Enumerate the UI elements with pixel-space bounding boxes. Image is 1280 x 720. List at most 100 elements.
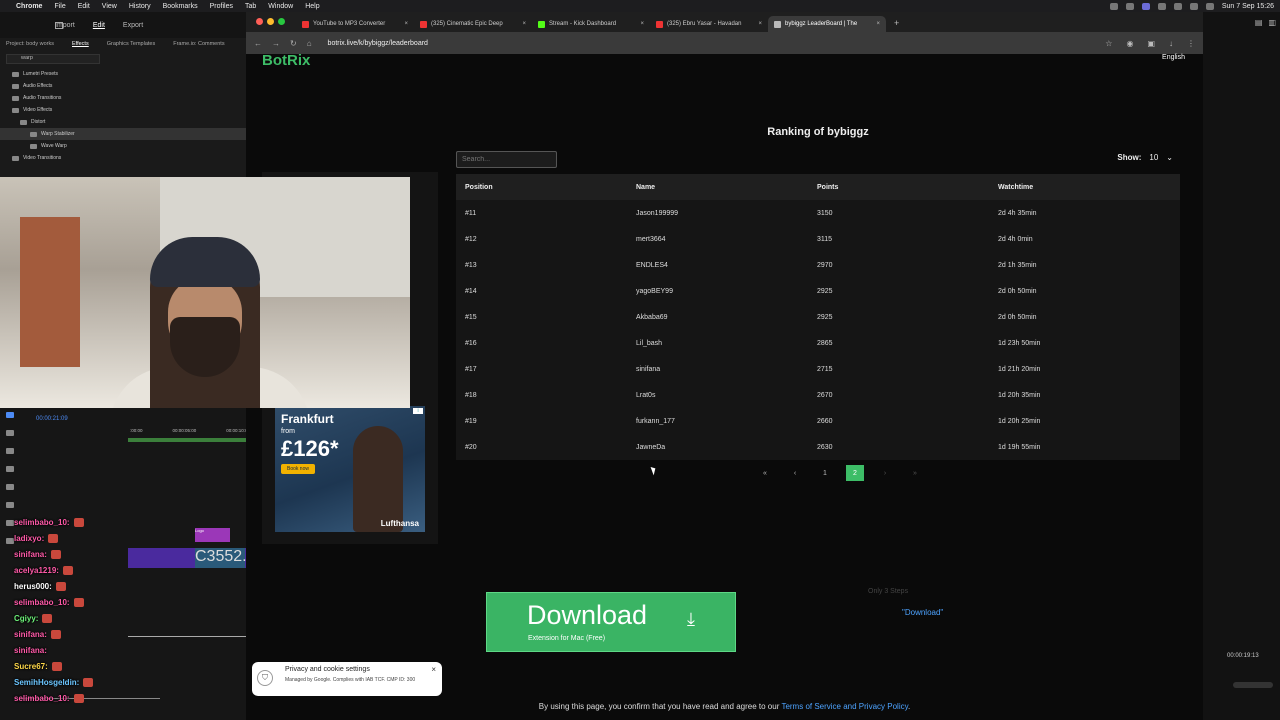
extension-icon[interactable]: ◉ (1126, 39, 1133, 48)
menu-help[interactable]: Help (305, 3, 319, 10)
browser-tab[interactable]: (325) Cinematic Epic Deep × (414, 16, 532, 32)
menu-bookmarks[interactable]: Bookmarks (163, 3, 198, 10)
download-button[interactable]: Download ⤓ Extension for Mac (Free) (486, 592, 736, 652)
column-header[interactable]: Points (817, 184, 998, 191)
page-1-button[interactable]: 1 (816, 465, 834, 481)
menu-view[interactable]: View (102, 3, 117, 10)
tab-project[interactable]: Project: body works (6, 41, 54, 47)
ripple-edit-icon[interactable] (6, 448, 14, 454)
search-icon[interactable] (1189, 2, 1198, 10)
menu-profiles[interactable]: Profiles (210, 3, 233, 10)
status-icon[interactable] (1141, 2, 1150, 10)
search-input[interactable] (456, 151, 557, 168)
program-timecode[interactable]: 00:00:19:13 (1227, 653, 1259, 659)
work-area-bar[interactable] (128, 438, 246, 442)
timeline-clip[interactable]: C3552.MP4 (195, 548, 280, 568)
minimize-window-icon[interactable] (267, 18, 274, 25)
menu-edit[interactable]: Edit (78, 3, 90, 10)
tree-item[interactable]: Warp Stabilizer (0, 128, 246, 140)
zoom-window-icon[interactable] (278, 18, 285, 25)
chevron-down-icon: ⌄ (1166, 153, 1173, 162)
razor-icon[interactable] (6, 466, 14, 472)
close-tab-icon[interactable]: × (522, 21, 526, 27)
control-center-icon[interactable] (1205, 2, 1214, 10)
address-bar[interactable]: botrix.live/k/bybiggz/leaderboard (322, 35, 1096, 51)
back-icon[interactable]: ← (254, 39, 262, 48)
tab-effects[interactable]: Effects (72, 41, 89, 47)
tab-export[interactable]: Export (123, 22, 143, 29)
tab-graphics-templates[interactable]: Graphics Templates (107, 41, 156, 47)
menu-history[interactable]: History (129, 3, 151, 10)
menu-file[interactable]: File (54, 3, 65, 10)
menu-window[interactable]: Window (268, 3, 293, 10)
last-page-button[interactable]: » (906, 465, 924, 481)
next-page-button[interactable]: › (876, 465, 894, 481)
tree-item[interactable]: Distort (0, 116, 246, 128)
column-header[interactable]: Position (456, 184, 636, 191)
adchoices-icon[interactable]: i (413, 408, 423, 414)
extensions-puzzle-icon[interactable]: ▣ (1147, 39, 1155, 48)
browser-tab[interactable]: (325) Ebru Yasar - Havadan × (650, 16, 768, 32)
column-header[interactable]: Watchtime (998, 184, 1180, 191)
menu-app[interactable]: Chrome (16, 3, 42, 10)
page-size-select[interactable]: Show: 10 ⌄ (1117, 153, 1173, 162)
new-tab-icon[interactable]: + (886, 18, 899, 32)
column-header[interactable]: Name (636, 184, 817, 191)
bookmark-star-icon[interactable]: ☆ (1105, 39, 1112, 48)
browser-tab-active[interactable]: bybiggz LeaderBoard | The × (768, 16, 886, 32)
browser-tab[interactable]: YouTube to MP3 Converter × (296, 16, 414, 32)
home-icon[interactable] (55, 22, 63, 29)
tree-item[interactable]: Audio Transitions (0, 92, 246, 104)
track-select-icon[interactable] (6, 430, 14, 436)
download-icon[interactable]: ↓ (1169, 39, 1173, 48)
tree-item[interactable]: Wave Warp (0, 140, 246, 152)
tab-frameio-comments[interactable]: Frame.io: Comments (173, 41, 224, 47)
botrix-logo[interactable]: BotRix (262, 52, 310, 69)
wifi-icon[interactable] (1157, 2, 1166, 10)
language-selector[interactable]: English (1162, 54, 1185, 61)
favicon-icon (420, 20, 427, 28)
terms-link[interactable]: Terms of Service and Privacy Policy (781, 702, 908, 711)
tree-item[interactable]: Video Transitions (0, 152, 246, 164)
close-window-icon[interactable] (256, 18, 263, 25)
tree-item[interactable]: Lumetri Presets (0, 68, 246, 80)
type-icon[interactable] (6, 538, 14, 544)
home-icon[interactable]: ⌂ (307, 39, 312, 48)
tree-item[interactable]: Video Effects (0, 104, 246, 116)
selection-tool-icon[interactable] (6, 412, 14, 418)
status-icon[interactable] (1125, 2, 1134, 10)
browser-tab[interactable]: Stream - Kick Dashboard × (532, 16, 650, 32)
mouse-cursor-icon (650, 465, 658, 476)
close-tab-icon[interactable]: × (404, 21, 408, 27)
status-icon[interactable] (1109, 2, 1118, 10)
panel-icon[interactable]: ▥ (1268, 18, 1276, 27)
close-tab-icon[interactable]: × (876, 21, 880, 27)
tree-item[interactable]: Audio Effects (0, 80, 246, 92)
close-icon[interactable]: × (431, 665, 436, 674)
cookie-consent-popup[interactable]: ⛉ Privacy and cookie settings Managed by… (252, 662, 442, 696)
menubar-clock[interactable]: Sun 7 Sep 15:26 (1222, 3, 1274, 10)
reload-icon[interactable]: ↻ (290, 39, 297, 48)
steps-download-link[interactable]: "Download" (902, 608, 943, 617)
close-tab-icon[interactable]: × (758, 21, 762, 27)
effects-search-input[interactable]: warp (6, 54, 100, 64)
hand-icon[interactable] (6, 520, 14, 526)
tab-edit[interactable]: Edit (93, 22, 105, 29)
menu-icon[interactable]: ⋮ (1187, 39, 1195, 48)
prev-page-button[interactable]: ‹ (786, 465, 804, 481)
first-page-button[interactable]: « (756, 465, 774, 481)
timeline-timecode[interactable]: 00:00:21:09 (36, 416, 68, 422)
menu-tab[interactable]: Tab (245, 3, 256, 10)
timeline-clip[interactable]: Logo (195, 528, 230, 542)
scroll-bar[interactable] (1233, 682, 1273, 688)
battery-icon[interactable] (1173, 2, 1182, 10)
book-now-button[interactable]: Book now (281, 464, 315, 474)
panel-icon[interactable]: ▤ (1255, 18, 1263, 27)
pen-icon[interactable] (6, 502, 14, 508)
forward-icon[interactable]: → (272, 39, 280, 48)
advert-banner[interactable]: i Frankfurt from £126* Book now Lufthans… (275, 406, 425, 532)
close-tab-icon[interactable]: × (640, 21, 644, 27)
page-2-button[interactable]: 2 (846, 465, 864, 481)
slip-icon[interactable] (6, 484, 14, 490)
timeline-ruler[interactable]: :00:00 00:00:05:00 00:00:10:00 (130, 428, 250, 433)
